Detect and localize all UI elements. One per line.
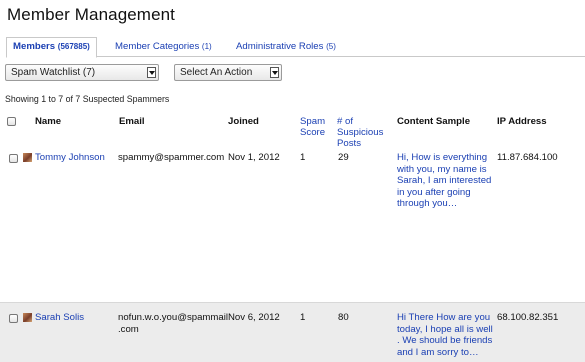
tab-label: Administrative Roles [236, 41, 324, 52]
column-header-suspicious-posts[interactable]: # of Suspicious Posts [337, 116, 383, 149]
chevron-down-icon [147, 67, 156, 78]
chevron-down-icon [270, 67, 279, 78]
email-line: .com [118, 323, 139, 335]
column-header-email[interactable]: Email [119, 116, 145, 127]
page-title: Member Management [7, 5, 175, 24]
ip-address: 11.87.684.100 [497, 152, 558, 163]
row-checkbox[interactable] [9, 314, 18, 323]
column-header-ip-address: IP Address [497, 116, 547, 127]
header-line: Suspicious [337, 127, 384, 138]
content-line: through you… [397, 198, 458, 209]
tab-bar: Members (567885) Member Categories (1) A… [6, 37, 585, 58]
member-joined: Nov 1, 2012 [228, 152, 280, 163]
content-line: with you, my name is [397, 163, 487, 175]
spam-score: 1 [300, 312, 306, 323]
suspicious-posts: 80 [338, 312, 349, 323]
member-name-link[interactable]: Tommy Johnson [35, 152, 105, 164]
spam-score: 1 [300, 152, 306, 163]
row-divider [0, 302, 585, 303]
content-line: Sarah, I am interested [397, 175, 492, 186]
content-line: Hi, How is everything [397, 152, 488, 163]
watchlist-select[interactable]: Spam Watchlist (7) [5, 64, 159, 81]
header-line: Score [300, 127, 326, 138]
content-line: and I am sorry to… [397, 346, 479, 358]
content-line: Hi There How are you [397, 312, 491, 323]
content-line: . We should be friends [397, 335, 493, 346]
column-header-name[interactable]: Name [35, 116, 61, 127]
content-line: in you after going [397, 186, 471, 198]
tab-count: (567885) [57, 42, 90, 51]
suspicious-posts: 29 [338, 152, 349, 163]
column-header-joined[interactable]: Joined [228, 116, 259, 127]
results-summary: Showing 1 to 7 of 7 Suspected Spammers [5, 94, 170, 104]
tab-label: Members [13, 41, 56, 52]
select-all-checkbox[interactable] [7, 117, 16, 126]
tab-count: (5) [326, 42, 336, 51]
row-checkbox[interactable] [9, 154, 18, 163]
tab-member-categories[interactable]: Member Categories (1) [115, 38, 212, 56]
ip-address: 68.100.82.351 [497, 312, 559, 323]
column-header-spam-score[interactable]: Spam Score [300, 116, 325, 138]
content-sample[interactable]: Hi There How are you today, I hope all i… [397, 312, 495, 358]
content-sample[interactable]: Hi, How is everything with you, my name … [397, 152, 495, 210]
member-email: nofun.w.o.you@spammail .com [118, 312, 228, 335]
watchlist-select-value: Spam Watchlist (7) [11, 67, 96, 78]
tab-members[interactable]: Members (567885) [6, 37, 97, 58]
tab-administrative-roles[interactable]: Administrative Roles (5) [236, 38, 336, 56]
action-select-value: Select An Action [180, 67, 253, 78]
action-select[interactable]: Select An Action [174, 64, 282, 81]
member-email: spammy@spammer.com [118, 152, 225, 163]
content-line: today, I hope all is well [397, 323, 493, 335]
avatar [23, 153, 32, 162]
email-line: nofun.w.o.you@spammail [118, 312, 228, 323]
header-line: # of [337, 116, 354, 127]
tab-count: (1) [201, 42, 212, 51]
tab-label: Member Categories [115, 41, 200, 52]
member-joined: Nov 6, 2012 [228, 312, 280, 323]
member-name-link[interactable]: Sarah Solis [35, 312, 84, 324]
header-line: Posts [337, 138, 361, 149]
avatar [23, 313, 32, 322]
column-header-content-sample: Content Sample [397, 116, 471, 127]
header-line: Spam [300, 116, 326, 127]
